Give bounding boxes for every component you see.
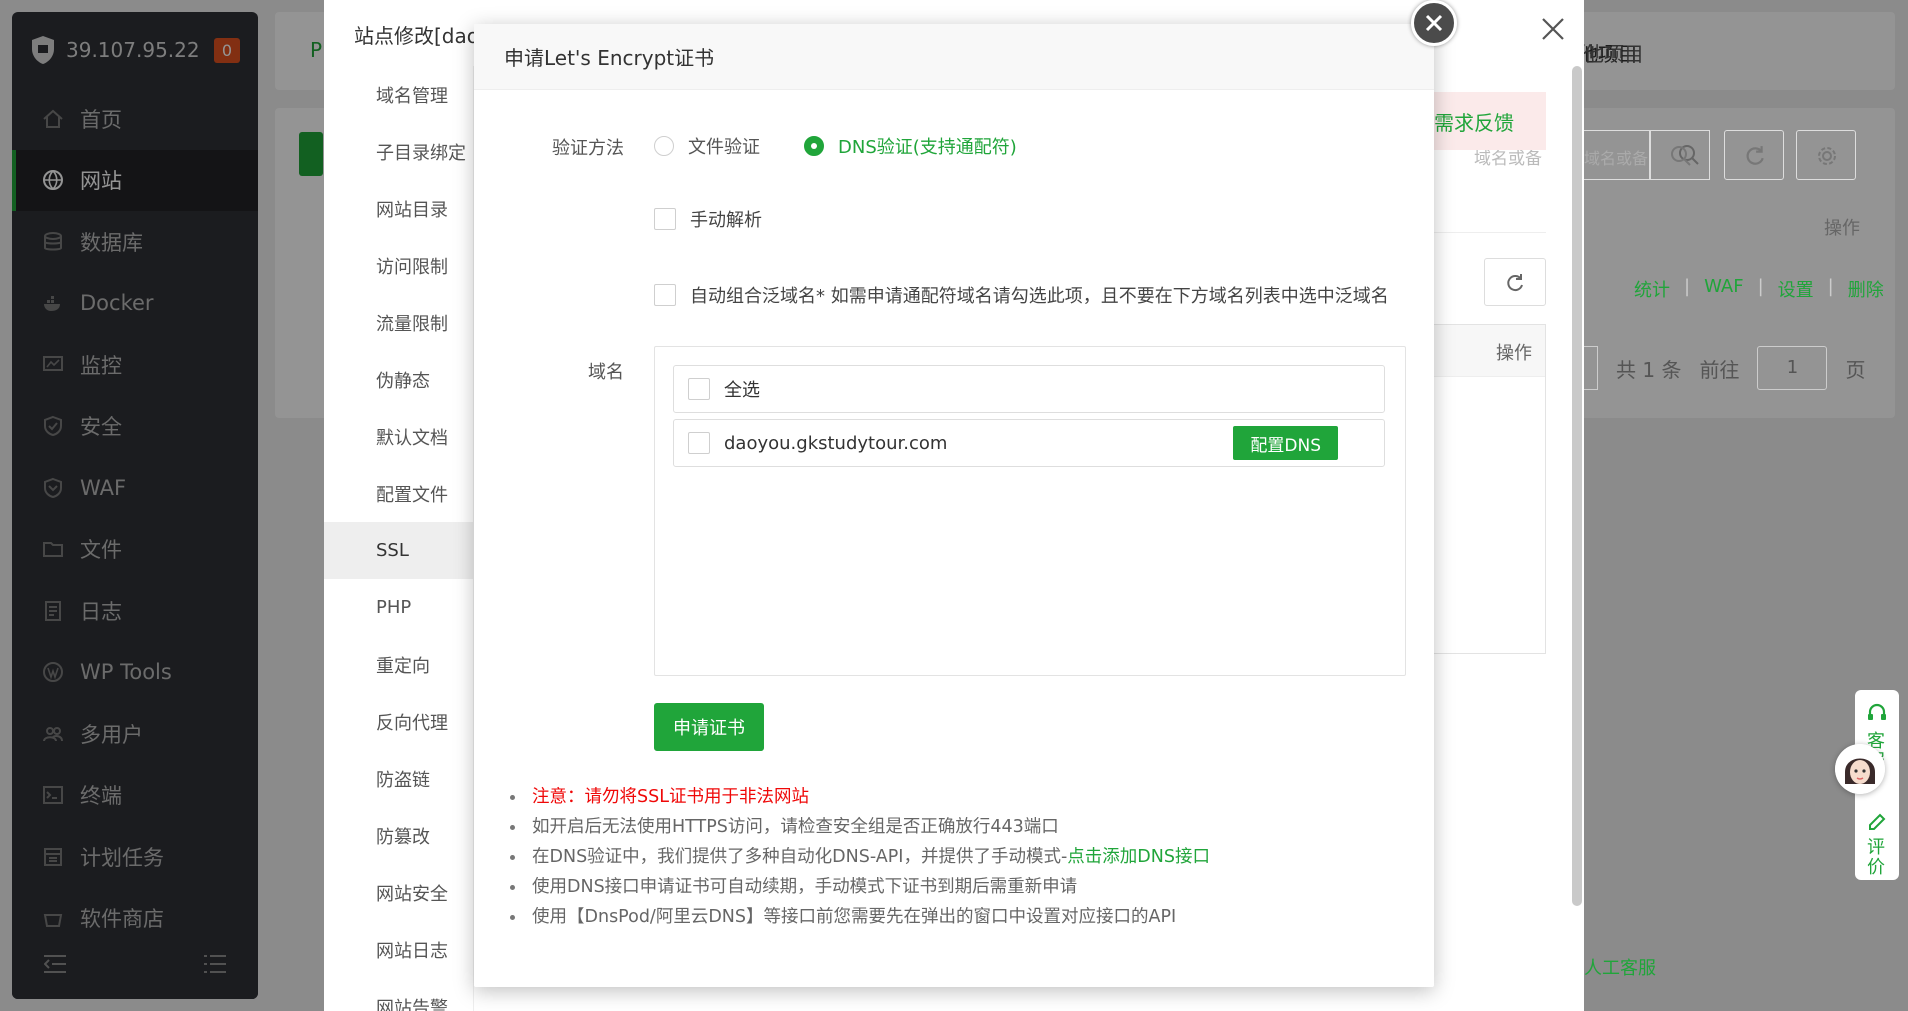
radio-dns-verify[interactable]: DNS验证(支持通配符) [804, 133, 1017, 159]
site-menu-item[interactable]: 防盗链 [324, 750, 473, 807]
dialog-header: 申请Let's Encrypt证书 [474, 24, 1434, 90]
site-menu-item[interactable]: 防篡改 [324, 807, 473, 864]
radio-file-verify[interactable]: 文件验证 [654, 133, 760, 159]
site-menu-item[interactable]: 网站安全 [324, 864, 473, 921]
edit-icon [1869, 813, 1886, 830]
apply-cert-button[interactable]: 申请证书 [654, 703, 764, 751]
domain-name: daoyou.gkstudytour.com [724, 432, 948, 454]
site-menu-item[interactable]: 重定向 [324, 636, 473, 693]
select-all-label: 全选 [724, 380, 760, 401]
table-fragment: 操作 [1434, 324, 1546, 654]
assistant-avatar[interactable] [1835, 744, 1885, 794]
radio-file-verify-label: 文件验证 [688, 137, 760, 158]
site-panel-menu: 域名管理 子目录绑定 网站目录 访问限制 流量限制 伪静态 默认文档 配置文件 SSL PHP 重定… [324, 66, 474, 1011]
close-icon [1425, 14, 1443, 32]
select-all-row[interactable]: 全选 [673, 365, 1385, 413]
pagination-total: 共 1 条 [1616, 357, 1682, 382]
site-menu-item[interactable]: 域名管理 [324, 66, 473, 123]
auto-wildcard-checkbox[interactable]: 自动组合泛域名* 如需申请通配符域名请勾选此项，且不要在下方域名列表中选中泛域名 [654, 282, 1389, 308]
avatar-icon [1835, 744, 1885, 794]
waf-link[interactable]: WAF [1704, 276, 1743, 302]
site-menu-item[interactable]: 子目录绑定 [324, 123, 473, 180]
config-dns-button[interactable]: 配置DNS [1233, 426, 1338, 460]
checkbox [654, 208, 676, 230]
other-projects-text: 他项目 [1584, 42, 1644, 66]
search-placeholder: 域名或备 [1584, 149, 1649, 168]
domain-label: 域名 [588, 362, 624, 383]
domain-checkbox[interactable] [688, 432, 710, 454]
site-menu-item[interactable]: PHP [324, 579, 473, 636]
human-service-link[interactable]: 人工客服 [1584, 954, 1656, 980]
verify-method-label: 验证方法 [552, 138, 624, 159]
note-item: 如开启后无法使用HTTPS访问，请检查安全组是否正确放行443端口 [504, 812, 1210, 842]
lets-encrypt-dialog: 申请Let's Encrypt证书 验证方法 文件验证 DNS验证(支持通配符)… [474, 0, 1457, 987]
site-menu-item[interactable]: 网站日志 [324, 921, 473, 978]
dialog-title: 申请Let's Encrypt证书 [504, 46, 715, 70]
ops-column-header: 操作 [1824, 218, 1860, 239]
headset-icon [1868, 703, 1886, 720]
rate-label: 评价 [1867, 837, 1885, 878]
pagination-goto: 前往 [1699, 357, 1740, 382]
page-input[interactable]: 1 [1757, 346, 1828, 390]
note-item: 在DNS验证中，我们提供了多种自动化DNS-API，并提供了手动模式-点击添加D… [504, 842, 1210, 872]
radio-circle-checked [804, 136, 824, 156]
pagination-unit: 页 [1845, 357, 1866, 382]
notes-list: 注意：请勿将SSL证书用于非法网站 如开启后无法使用HTTPS访问，请检查安全组… [504, 782, 1210, 932]
site-menu-item[interactable]: SSL [324, 522, 473, 579]
refresh-button[interactable] [1724, 130, 1784, 180]
gear-icon [1818, 147, 1836, 165]
domain-list-box: 全选 daoyou.gkstudytour.com 配置DNS [654, 346, 1406, 676]
site-menu-item[interactable]: 伪静态 [324, 351, 473, 408]
note-item: 使用DNS接口申请证书可自动续期，手动模式下证书到期后需重新申请 [504, 872, 1210, 902]
site-menu-item[interactable]: 访问限制 [324, 237, 473, 294]
row-actions: 统计 | WAF | 设置 | 删除 [1634, 276, 1884, 302]
site-panel-title: 站点修改[dao [354, 24, 479, 48]
radio-circle [654, 136, 674, 156]
note-item: 注意：请勿将SSL证书用于非法网站 [504, 782, 1210, 812]
refresh-icon [1746, 146, 1764, 165]
feedback-label: 需求反馈 [1434, 111, 1514, 135]
checkbox [654, 284, 676, 306]
site-menu-item[interactable]: 默认文档 [324, 408, 473, 465]
dialog-close-button[interactable] [1411, 0, 1457, 46]
site-menu-item[interactable]: 网站告警 [324, 978, 473, 1011]
search-icon [1671, 146, 1691, 166]
site-panel-right-area: 需求反馈 操作 [1434, 0, 1584, 1011]
note-item: 使用【DnsPod/阿里云DNS】等接口前您需要先在弹出的窗口中设置对应接口的A… [504, 902, 1210, 932]
select-all-checkbox[interactable] [688, 378, 710, 400]
radio-dns-verify-label: DNS验证(支持通配符) [838, 137, 1017, 158]
divider [1434, 232, 1546, 233]
manual-resolve-label: 手动解析 [690, 210, 762, 231]
settings-link[interactable]: 设置 [1778, 276, 1814, 302]
refresh-list-button[interactable] [1484, 258, 1546, 306]
site-menu-item[interactable]: 网站目录 [324, 180, 473, 237]
refresh-icon [1507, 274, 1523, 292]
stats-link[interactable]: 统计 [1634, 276, 1670, 302]
pagination: 共 1 条 前往 1 页 [1584, 346, 1865, 390]
page-size-select[interactable] [1584, 346, 1598, 390]
add-dns-api-link[interactable]: 点击添加DNS接口 [1067, 847, 1210, 867]
delete-link[interactable]: 删除 [1848, 276, 1884, 302]
search-field-fragment[interactable]: 域名或备 [1584, 130, 1650, 180]
note-text: 在DNS验证中，我们提供了多种自动化DNS-API，并提供了手动模式- [532, 847, 1068, 867]
site-menu-item[interactable]: 流量限制 [324, 294, 473, 351]
table-header-ops: 操作 [1496, 343, 1532, 364]
site-menu-item[interactable]: 配置文件 [324, 465, 473, 522]
feedback-banner-visible[interactable]: 需求反馈 [1434, 92, 1546, 150]
auto-wildcard-label: 自动组合泛域名* 如需申请通配符域名请勾选此项，且不要在下方域名列表中选中泛域名 [690, 286, 1389, 307]
domain-row: daoyou.gkstudytour.com 配置DNS [673, 419, 1385, 467]
site-menu-item[interactable]: 反向代理 [324, 693, 473, 750]
search-button[interactable] [1650, 130, 1710, 180]
manual-resolve-checkbox[interactable]: 手动解析 [654, 206, 762, 232]
settings-button[interactable] [1796, 130, 1856, 180]
